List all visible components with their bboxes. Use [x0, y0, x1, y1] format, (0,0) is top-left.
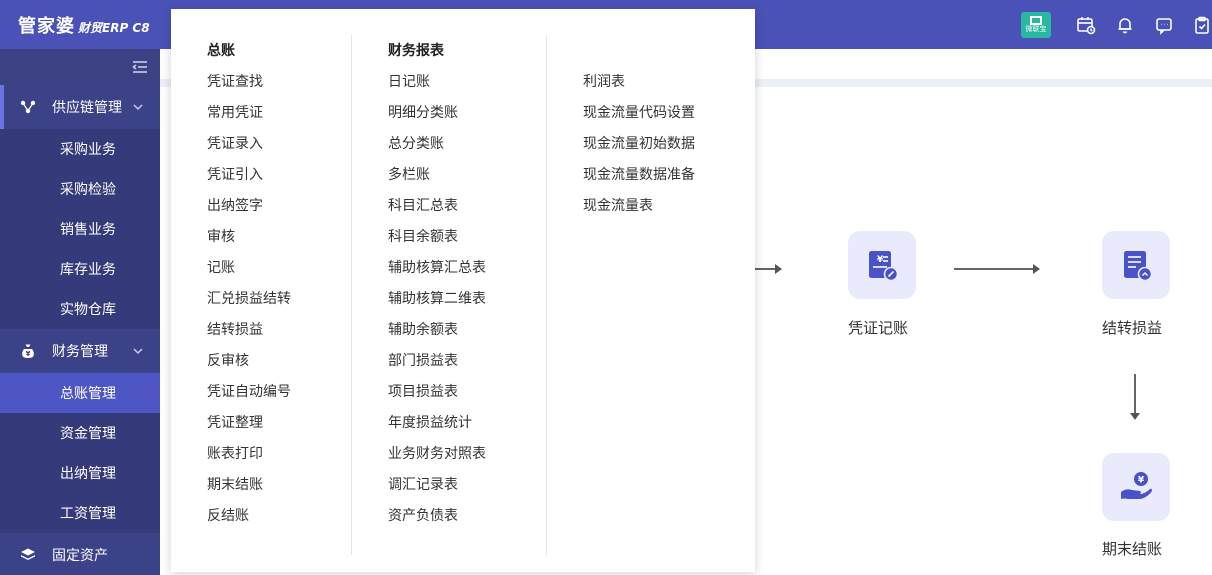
menu-item-cashflow-data-prep[interactable]: 现金流量数据准备: [583, 159, 695, 190]
flow-label-period-close: 期末结账: [1102, 541, 1163, 558]
sidebar-group-finance[interactable]: ¥ 财务管理: [0, 329, 160, 373]
sidebar-item-funds[interactable]: 资金管理: [0, 413, 160, 453]
menu-item-voucher-organize[interactable]: 凭证整理: [207, 407, 291, 438]
menu-item-cashflow-initial-data[interactable]: 现金流量初始数据: [583, 128, 695, 159]
menu-divider: [351, 35, 352, 555]
sidebar-group-label: 财务管理: [52, 343, 108, 359]
menu-item-post[interactable]: 记账: [207, 252, 291, 283]
flow-arrow: [755, 264, 782, 274]
menu-item-aux-balance[interactable]: 辅助余额表: [388, 314, 486, 345]
menu-column-reports: 财务报表 日记账 明细分类账 总分类账 多栏账 科目汇总表 科目余额表 辅助核算…: [388, 35, 486, 531]
menu-item-audit[interactable]: 审核: [207, 221, 291, 252]
general-ledger-menu-panel: 总账 凭证查找 常用凭证 凭证录入 凭证引入 出纳签字 审核 记账 汇兑损益结转…: [171, 9, 755, 572]
sidebar-item-purchase[interactable]: 采购业务: [0, 129, 160, 169]
flow-arrow: [1130, 374, 1140, 420]
menu-item-exchange-adjust-record[interactable]: 调汇记录表: [388, 469, 486, 500]
sidebar: 供应链管理 采购业务 采购检验 销售业务 库存业务 实物仓库 ¥ 财务管理 总账…: [0, 49, 160, 575]
svg-text:¥: ¥: [1138, 476, 1145, 486]
menu-item-cashflow-code-setup[interactable]: 现金流量代码设置: [583, 97, 695, 128]
sidebar-item-general-ledger[interactable]: 总账管理: [0, 373, 160, 413]
transfer-profit-icon: [1124, 251, 1153, 282]
clipboard-check-icon[interactable]: [1192, 14, 1212, 36]
sidebar-item-physical-warehouse[interactable]: 实物仓库: [0, 289, 160, 329]
bell-icon[interactable]: [1114, 14, 1136, 36]
menu-divider: [546, 35, 547, 555]
wlb-label: 微联宝: [1025, 25, 1047, 33]
logo-brand: 管家婆: [18, 16, 75, 37]
message-icon[interactable]: [1153, 14, 1175, 36]
sidebar-item-inventory[interactable]: 库存业务: [0, 249, 160, 289]
menu-item-journal[interactable]: 日记账: [388, 66, 486, 97]
supply-chain-icon: [20, 99, 36, 115]
sidebar-item-cashier[interactable]: 出纳管理: [0, 453, 160, 493]
menu-item-aux-2d-table[interactable]: 辅助核算二维表: [388, 283, 486, 314]
sidebar-group-supply-chain[interactable]: 供应链管理: [0, 85, 160, 129]
menu-item-period-close[interactable]: 期末结账: [207, 469, 291, 500]
menu-item-cashier-sign[interactable]: 出纳签字: [207, 190, 291, 221]
menu-item-project-pl[interactable]: 项目损益表: [388, 376, 486, 407]
menu-item-reverse-close[interactable]: 反结账: [207, 500, 291, 531]
menu-item-aux-summary[interactable]: 辅助核算汇总表: [388, 252, 486, 283]
sidebar-group-label: 固定资产: [52, 547, 108, 563]
flow-node-period-close[interactable]: ¥: [1102, 453, 1170, 521]
menu-item-detail-ledger[interactable]: 明细分类账: [388, 97, 486, 128]
menu-column-cashflow: 利润表 现金流量代码设置 现金流量初始数据 现金流量数据准备 现金流量表: [583, 66, 695, 221]
menu-column-heading: 财务报表: [388, 42, 444, 58]
menu-column-ledger: 总账 凭证查找 常用凭证 凭证录入 凭证引入 出纳签字 审核 记账 汇兑损益结转…: [207, 35, 291, 531]
menu-item-business-finance-compare[interactable]: 业务财务对照表: [388, 438, 486, 469]
sidebar-collapse-button[interactable]: [0, 49, 160, 85]
menu-item-balance-sheet[interactable]: 资产负债表: [388, 500, 486, 531]
menu-column-heading: 总账: [207, 42, 235, 58]
menu-item-auto-numbering[interactable]: 凭证自动编号: [207, 376, 291, 407]
menu-item-common-voucher[interactable]: 常用凭证: [207, 97, 291, 128]
menu-item-voucher-entry[interactable]: 凭证录入: [207, 128, 291, 159]
menu-item-income-statement[interactable]: 利润表: [583, 66, 695, 97]
menu-item-exchange-gain-transfer[interactable]: 汇兑损益结转: [207, 283, 291, 314]
chevron-down-icon: [132, 100, 144, 112]
svg-text:¥: ¥: [877, 255, 884, 265]
period-close-icon: ¥: [1121, 472, 1152, 499]
flow-label-voucher-post: 凭证记账: [848, 320, 909, 337]
menu-item-annual-pl-stats[interactable]: 年度损益统计: [388, 407, 486, 438]
menu-item-department-pl[interactable]: 部门损益表: [388, 345, 486, 376]
wlb-button[interactable]: 微联宝: [1021, 11, 1051, 38]
menu-item-voucher-import[interactable]: 凭证引入: [207, 159, 291, 190]
sidebar-item-payroll[interactable]: 工资管理: [0, 493, 160, 533]
flow-node-transfer-profit[interactable]: [1102, 231, 1170, 299]
calendar-clock-icon[interactable]: [1075, 14, 1097, 36]
sidebar-item-purchase-inspection[interactable]: 采购检验: [0, 169, 160, 209]
collapse-menu-icon: [132, 61, 147, 73]
app-logo[interactable]: 管家婆 财贸ERP C8: [18, 12, 150, 38]
top-icons: 微联宝: [1021, 0, 1212, 49]
sidebar-item-sales[interactable]: 销售业务: [0, 209, 160, 249]
voucher-post-icon: ¥: [869, 251, 899, 282]
sidebar-group-label: 供应链管理: [52, 99, 122, 115]
money-bag-icon: ¥: [20, 343, 36, 359]
chevron-down-icon: [132, 344, 144, 356]
menu-item-report-print[interactable]: 账表打印: [207, 438, 291, 469]
menu-item-account-summary[interactable]: 科目汇总表: [388, 190, 486, 221]
logo-product: 财贸ERP C8: [78, 21, 150, 35]
menu-item-account-balance[interactable]: 科目余额表: [388, 221, 486, 252]
qr-icon: [1030, 15, 1042, 25]
flow-arrow: [954, 264, 1040, 274]
menu-item-voucher-search[interactable]: 凭证查找: [207, 66, 291, 97]
flow-node-voucher-post[interactable]: ¥: [848, 231, 916, 299]
menu-item-cashflow-statement[interactable]: 现金流量表: [583, 190, 695, 221]
svg-text:¥: ¥: [26, 350, 31, 358]
sidebar-group-fixed-assets[interactable]: 固定资产: [0, 533, 160, 575]
menu-item-multi-column-ledger[interactable]: 多栏账: [388, 159, 486, 190]
flow-label-transfer-profit: 结转损益: [1102, 320, 1163, 337]
menu-item-transfer-profit[interactable]: 结转损益: [207, 314, 291, 345]
layers-icon: [20, 547, 36, 563]
menu-item-unaudit[interactable]: 反审核: [207, 345, 291, 376]
menu-item-general-ledger[interactable]: 总分类账: [388, 128, 486, 159]
